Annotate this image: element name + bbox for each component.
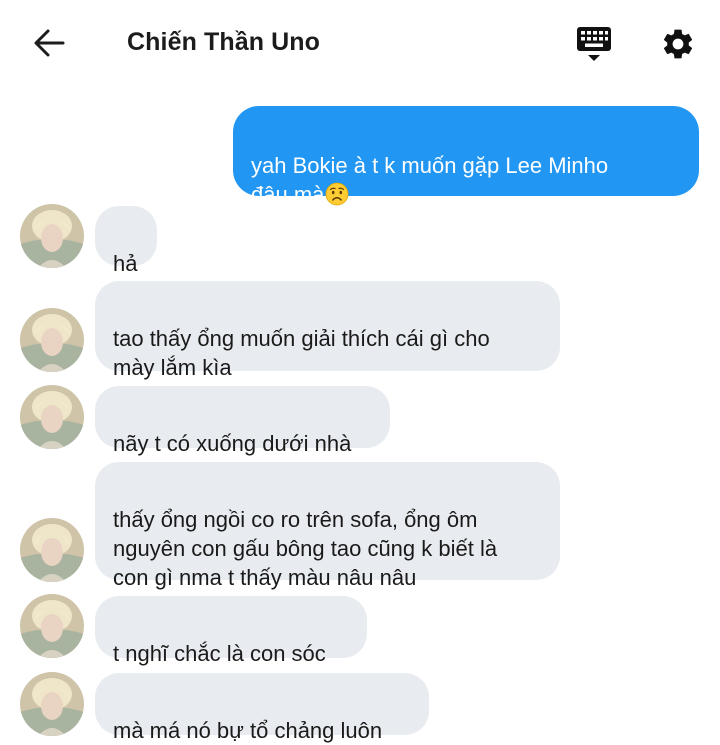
avatar[interactable] (20, 518, 84, 582)
message-text: nãy t có xuống dưới nhà (113, 431, 352, 456)
worried-face-emoji (325, 182, 349, 206)
incoming-message[interactable]: mà má nó bự tổ chảng luôn (95, 673, 429, 743)
avatar[interactable] (20, 594, 84, 658)
incoming-message[interactable]: tao thấy ổng muốn giải thích cái gì cho … (95, 281, 560, 380)
outgoing-message[interactable]: yah Bokie à t k muốn gặp Lee Minho đâu m… (233, 106, 699, 207)
avatar[interactable] (20, 672, 84, 736)
message-text: yah Bokie à t k muốn gặp Lee Minho đâu m… (251, 153, 609, 207)
message-text: mà má nó bự tổ chảng luôn (113, 718, 383, 743)
chat-title: Chiến Thần Uno (127, 28, 321, 56)
message-text: hả (113, 251, 138, 276)
incoming-message[interactable]: t nghĩ chắc là con sóc (95, 596, 367, 666)
incoming-message[interactable]: hả (95, 206, 157, 276)
gear-icon (663, 29, 693, 59)
arrow-left-icon (34, 29, 65, 57)
incoming-message[interactable]: thấy ổng ngồi co ro trên sofa, ổng ôm ng… (95, 462, 560, 590)
avatar[interactable] (20, 308, 84, 372)
avatar[interactable] (20, 385, 84, 449)
keyboard-icon (577, 27, 611, 61)
message-text: tao thấy ổng muốn giải thích cái gì cho … (113, 326, 490, 380)
keyboard-button[interactable] (572, 24, 616, 64)
back-button[interactable] (30, 26, 68, 60)
message-text: t nghĩ chắc là con sóc (113, 641, 326, 666)
avatar[interactable] (20, 204, 84, 268)
incoming-message[interactable]: nãy t có xuống dưới nhà (95, 386, 390, 456)
message-thread[interactable]: yah Bokie à t k muốn gặp Lee Minho đâu m… (0, 86, 720, 745)
message-text: thấy ổng ngồi co ro trên sofa, ổng ôm ng… (113, 507, 498, 590)
chat-header: Chiến Thần Uno (0, 0, 720, 86)
settings-button[interactable] (656, 22, 700, 66)
